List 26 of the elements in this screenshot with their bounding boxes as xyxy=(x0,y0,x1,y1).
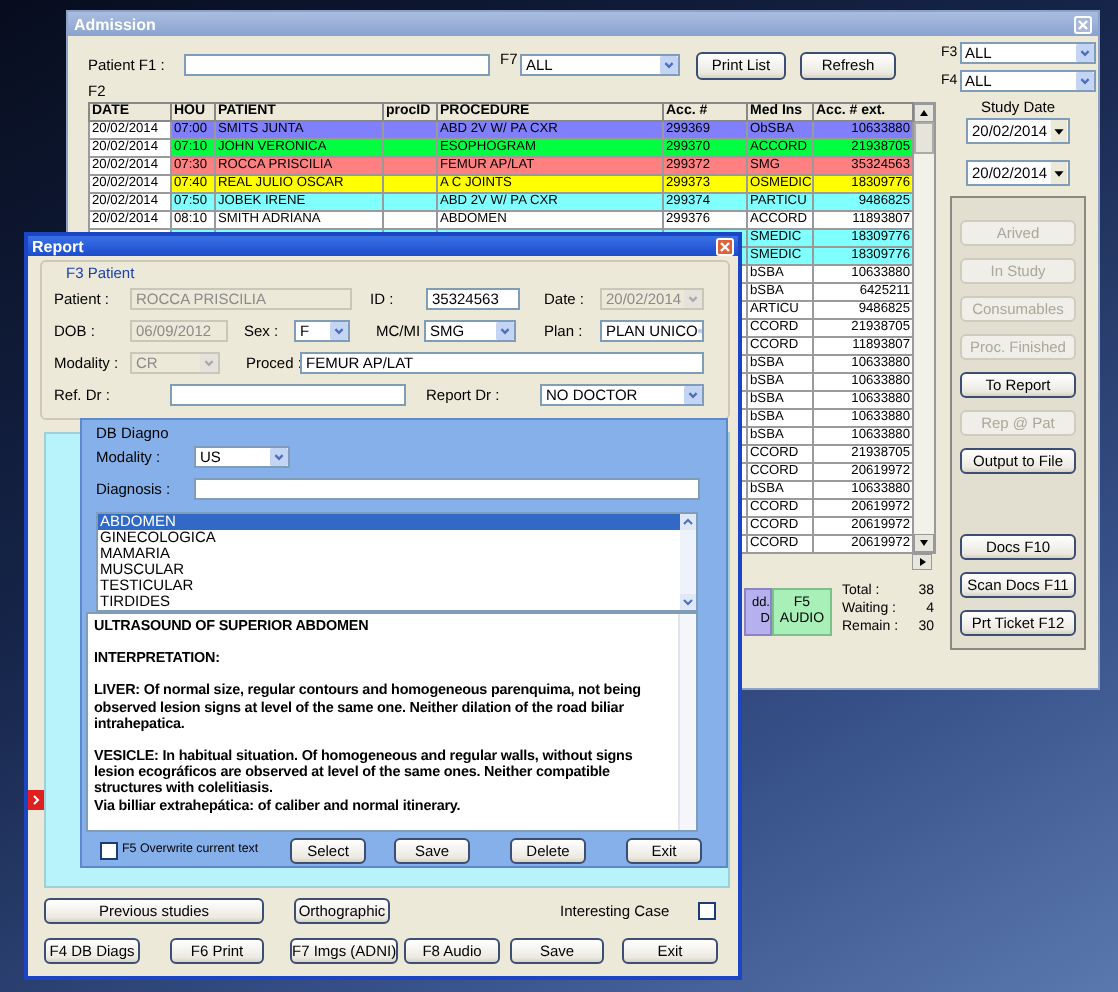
chevron-down-icon xyxy=(1075,72,1093,90)
window-title: Admission xyxy=(74,15,156,33)
patient-search-field[interactable] xyxy=(184,54,490,76)
report-text-area[interactable] xyxy=(86,612,698,832)
vertical-scrollbar[interactable] xyxy=(914,102,936,554)
input-field[interactable] xyxy=(170,384,406,406)
chevron-down-icon xyxy=(496,322,514,340)
marker-icon xyxy=(28,790,44,810)
caret-down-icon xyxy=(1050,162,1068,184)
chevron-down-icon xyxy=(270,448,288,466)
chevron-down-icon xyxy=(200,354,218,372)
caret-down-icon xyxy=(1050,120,1068,142)
scroll-up-icon[interactable] xyxy=(914,104,934,122)
scrollbar-thumb[interactable] xyxy=(914,122,934,154)
chevron-down-icon xyxy=(660,56,678,74)
close-icon[interactable] xyxy=(716,237,734,255)
scroll-right-icon[interactable] xyxy=(912,554,932,570)
chevron-down-icon xyxy=(684,386,702,404)
checkbox[interactable] xyxy=(698,901,716,919)
scroll-down-icon[interactable] xyxy=(914,534,934,552)
chevron-down-icon xyxy=(330,322,348,340)
window-title: Report xyxy=(32,237,84,255)
chevron-down-icon xyxy=(684,290,702,308)
chevron-down-icon xyxy=(1075,44,1093,62)
diagnosis-field[interactable] xyxy=(194,478,700,500)
checkbox[interactable] xyxy=(100,842,118,860)
